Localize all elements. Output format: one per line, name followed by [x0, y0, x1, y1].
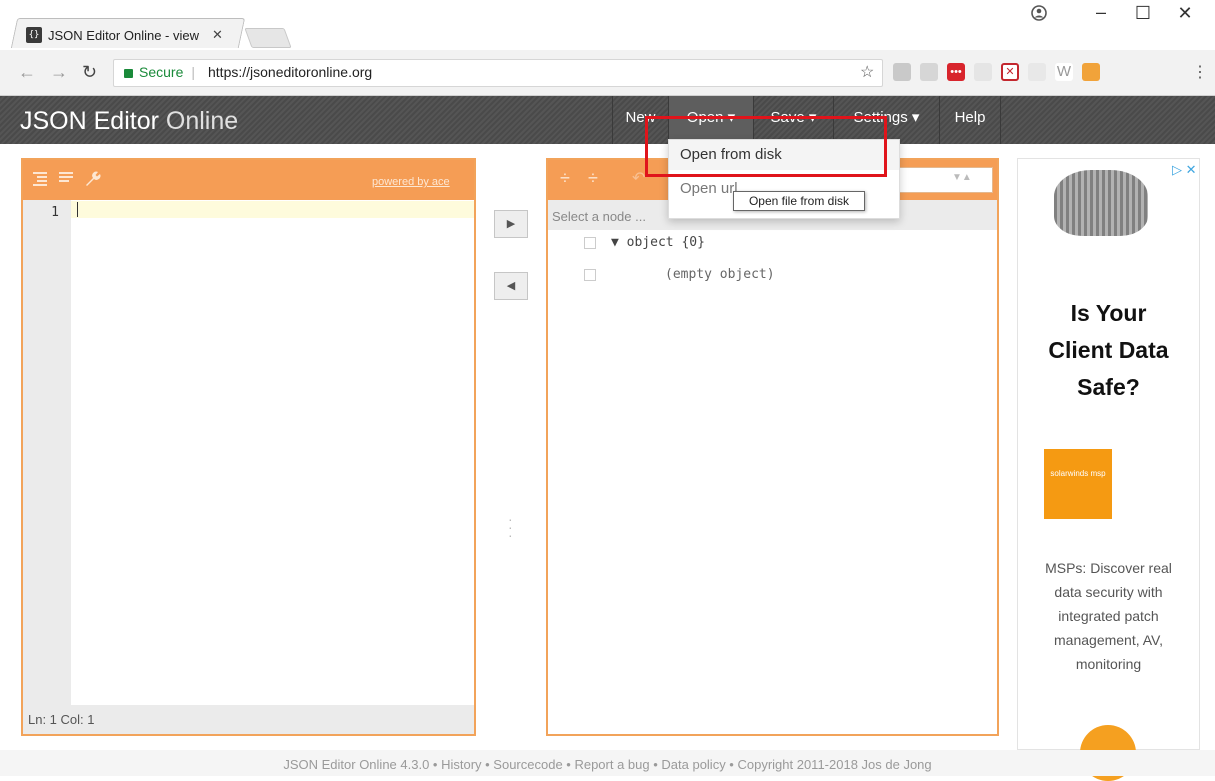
back-icon[interactable]: ← [18, 62, 36, 83]
new-tab-button[interactable] [244, 28, 292, 48]
text-cursor [77, 202, 78, 217]
window-close-icon[interactable]: ✕ [1170, 3, 1200, 24]
ublock-extension-icon[interactable]: ✕ [1001, 63, 1019, 81]
forward-icon[interactable]: → [50, 62, 68, 83]
undo-icon[interactable]: ↶ [632, 168, 645, 188]
menu-help[interactable]: Help [939, 96, 1001, 144]
collapse-all-icon[interactable]: ÷ [588, 168, 598, 189]
camera-extension-icon[interactable] [920, 63, 938, 81]
ad-body-text: MSPs: Discover real data security with i… [1045, 560, 1172, 672]
app-brand: JSON Editor Online [20, 107, 238, 136]
menu-item-open-url[interactable]: Open url [680, 180, 738, 197]
code-text-area[interactable] [71, 218, 474, 705]
url-text[interactable]: https://jsoneditoronline.org [208, 64, 372, 80]
ad-headline[interactable]: Is Your Client Data Safe? [1017, 295, 1200, 406]
copy-to-right-button[interactable]: ▶ [494, 210, 528, 238]
lock-icon [124, 68, 133, 78]
compact-icon[interactable] [58, 170, 74, 193]
lastpass-extension-icon[interactable]: ••• [947, 63, 965, 81]
line-gutter [23, 200, 71, 705]
collapse-triangle-icon[interactable]: ▼ [611, 235, 619, 250]
wrench-icon[interactable] [82, 168, 102, 193]
brand-light: Online [165, 107, 239, 135]
secure-indicator[interactable]: Secure | [124, 64, 195, 80]
favicon-icon: {} [26, 27, 42, 43]
splitter-handle[interactable]: · · · [508, 512, 513, 542]
browser-tab-content[interactable]: {} JSON Editor Online - view ✕ [26, 24, 236, 46]
ad-headline-line-1: Is Your [1070, 300, 1147, 326]
powered-by-ace-link[interactable]: powered by ace [372, 176, 450, 188]
format-icon[interactable] [32, 170, 48, 193]
bookmark-star-icon[interactable]: ☆ [860, 62, 874, 82]
minimize-icon[interactable]: – [1086, 2, 1116, 23]
search-arrows-icon[interactable]: ▼▲ [952, 172, 972, 183]
tooltip: Open file from disk [733, 191, 865, 211]
adchoices-icon[interactable]: ▷ ✕ [1172, 162, 1197, 178]
wikipedia-extension-icon[interactable]: W [1055, 63, 1073, 81]
page-footer: JSON Editor Online 4.3.0 • History • Sou… [0, 750, 1215, 776]
tree-search-box[interactable] [899, 167, 993, 193]
expand-all-icon[interactable]: ÷ [560, 168, 570, 189]
ad-headline-line-3: Safe? [1077, 374, 1140, 400]
colorful-extension-icon[interactable] [1082, 63, 1100, 81]
copy-to-left-button[interactable]: ◀ [494, 272, 528, 300]
maximize-icon[interactable]: ☐ [1128, 3, 1158, 24]
line-number: 1 [51, 205, 59, 220]
root-node-label: object {0} [626, 235, 705, 250]
row-select-checkbox[interactable] [584, 237, 596, 249]
brand-bold: JSON Editor [20, 107, 159, 135]
reload-icon[interactable]: ↻ [82, 62, 97, 83]
tree-root-row[interactable]: ▼ object {0} [611, 235, 705, 250]
pdf-extension-icon[interactable] [893, 63, 911, 81]
user-icon[interactable] [1024, 4, 1054, 27]
ad-headline-line-2: Client Data [1048, 337, 1169, 363]
editor-status-bar: Ln: 1 Col: 1 [23, 705, 474, 734]
browser-menu-icon[interactable]: ⋮ [1192, 62, 1208, 82]
row-select-checkbox[interactable] [584, 269, 596, 281]
solarwinds-logo: solarwinds msp [1044, 449, 1112, 519]
tab-title: JSON Editor Online - view [48, 27, 199, 43]
highlight-box [645, 116, 887, 177]
ad-city-image [1054, 170, 1148, 236]
window-extension-icon[interactable] [1028, 63, 1046, 81]
secure-label: Secure [139, 64, 184, 80]
extension-icon[interactable] [974, 63, 992, 81]
address-divider: | [191, 64, 195, 80]
active-line-highlight [71, 201, 474, 218]
empty-object-label: (empty object) [665, 267, 775, 282]
tab-close-icon[interactable]: ✕ [212, 27, 223, 43]
